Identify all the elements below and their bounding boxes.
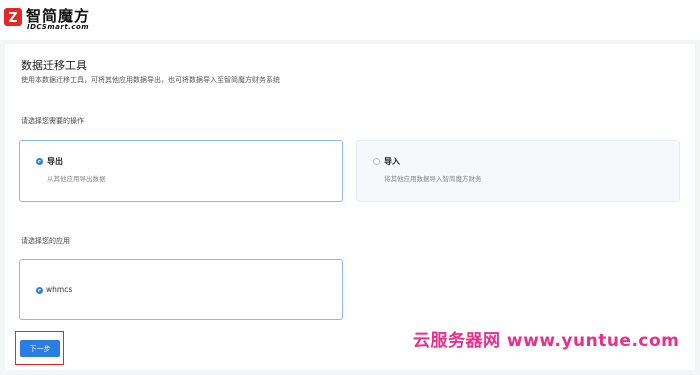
import-description: 将其他应用数据导入智简魔方财务: [384, 175, 482, 183]
top-bar: 智简魔方 IDCSmart.com: [0, 0, 700, 40]
operation-section-label: 请选择您需要的操作: [21, 117, 84, 125]
option-whmcs[interactable]: whmcs: [19, 259, 343, 320]
whmcs-label: whmcs: [46, 285, 73, 294]
next-button[interactable]: 下一步: [20, 340, 60, 357]
brand-logo-icon: [4, 8, 22, 26]
import-title: 导入: [384, 157, 400, 166]
export-description: 从其他应用导出数据: [47, 175, 106, 183]
brand-subtitle: IDCSmart.com: [27, 23, 90, 31]
app-section-label: 请选择您的应用: [21, 237, 70, 245]
whmcs-radio[interactable]: [36, 287, 43, 294]
import-radio[interactable]: [373, 158, 380, 165]
option-export[interactable]: 导出 从其他应用导出数据: [19, 140, 343, 202]
export-radio[interactable]: [36, 158, 43, 165]
export-title: 导出: [47, 157, 63, 166]
migration-card: 数据迁移工具 使用本数据迁移工具，可将其他应用数据导出，也可将数据导入至智简魔方…: [5, 44, 695, 370]
page-description: 使用本数据迁移工具，可将其他应用数据导出，也可将数据导入至智简魔方财务系统: [21, 76, 280, 84]
watermark: 云服务器网 www.yuntue.com: [413, 331, 680, 351]
page-title: 数据迁移工具: [21, 59, 87, 72]
option-import[interactable]: 导入 将其他应用数据导入智简魔方财务: [356, 140, 680, 202]
